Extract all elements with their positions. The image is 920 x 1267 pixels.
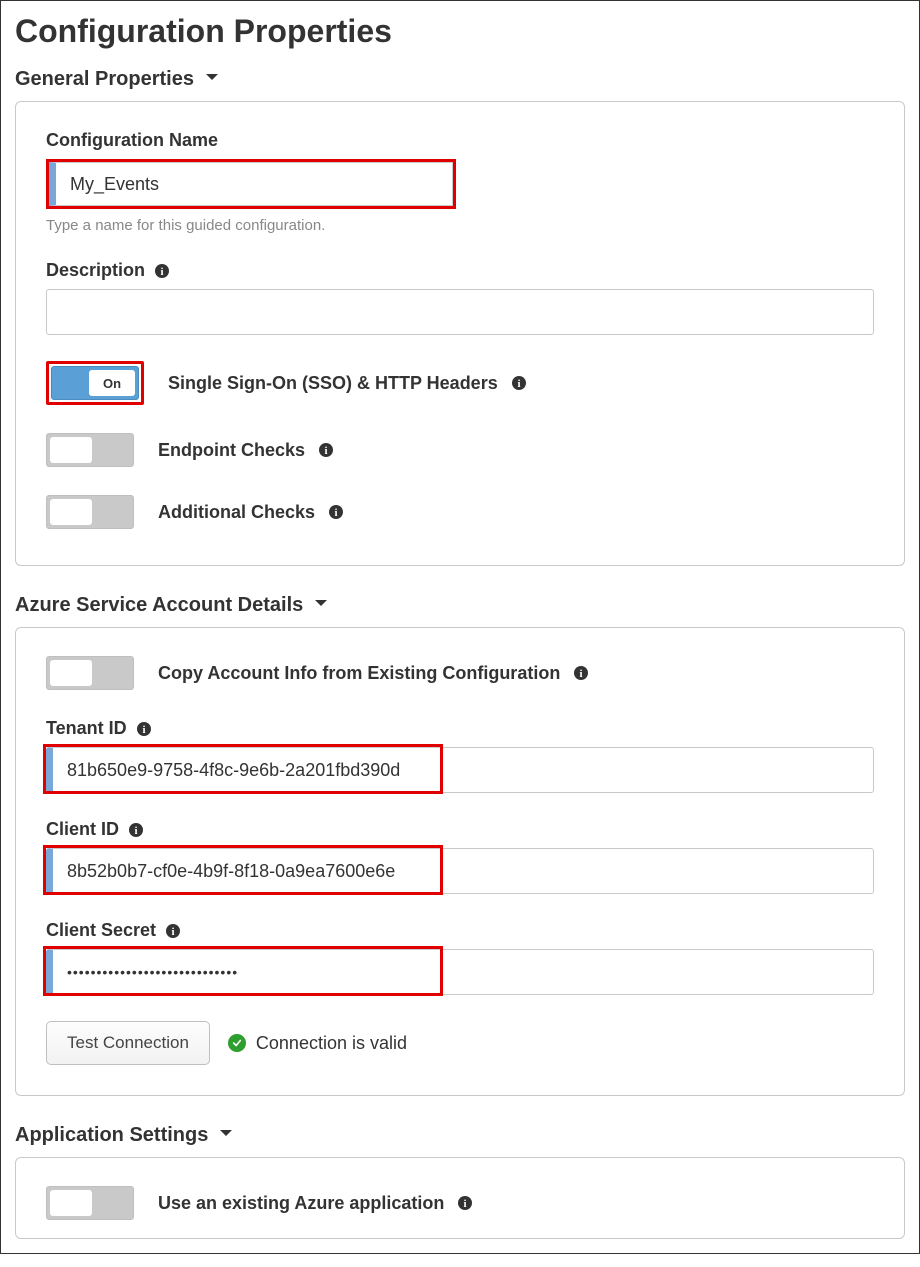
- svg-text:i: i: [335, 507, 338, 519]
- endpoint-toggle-label: Endpoint Checks: [158, 440, 305, 461]
- copy-toggle-row: Copy Account Info from Existing Configur…: [46, 656, 874, 690]
- check-circle-icon: [228, 1034, 246, 1052]
- description-input[interactable]: [46, 289, 874, 335]
- use-existing-toggle-label: Use an existing Azure application: [158, 1193, 444, 1214]
- info-icon[interactable]: i: [572, 664, 590, 682]
- section-header-general[interactable]: General Properties: [15, 68, 905, 91]
- info-icon[interactable]: i: [317, 441, 335, 459]
- additional-toggle-thumb: [50, 499, 92, 525]
- endpoint-toggle[interactable]: [46, 433, 134, 467]
- info-icon[interactable]: i: [510, 374, 528, 392]
- svg-text:i: i: [324, 445, 327, 457]
- description-field: Description i: [46, 260, 874, 335]
- sso-toggle-highlight: On: [46, 361, 144, 405]
- client-id-label: Client ID: [46, 819, 119, 840]
- description-label-row: Description i: [46, 260, 874, 281]
- client-id-field: Client ID i: [46, 819, 874, 894]
- azure-panel: Copy Account Info from Existing Configur…: [15, 627, 905, 1096]
- use-existing-toggle[interactable]: [46, 1186, 134, 1220]
- client-secret-label-row: Client Secret i: [46, 920, 874, 941]
- page-title: Configuration Properties: [15, 13, 905, 50]
- svg-text:i: i: [517, 378, 520, 390]
- chevron-down-icon: [313, 594, 329, 617]
- client-secret-field: Client Secret i: [46, 920, 874, 995]
- config-name-helper: Type a name for this guided configuratio…: [46, 217, 874, 234]
- info-icon[interactable]: i: [153, 262, 171, 280]
- additional-toggle-label-row: Additional Checks i: [158, 502, 345, 523]
- sso-toggle-row: On Single Sign-On (SSO) & HTTP Headers i: [46, 361, 874, 405]
- connection-status: Connection is valid: [228, 1033, 407, 1054]
- use-existing-toggle-row: Use an existing Azure application i: [46, 1186, 874, 1220]
- svg-text:i: i: [580, 668, 583, 680]
- client-secret-label: Client Secret: [46, 920, 156, 941]
- copy-toggle[interactable]: [46, 656, 134, 690]
- sso-toggle[interactable]: On: [51, 366, 139, 400]
- general-panel: Configuration Name Type a name for this …: [15, 101, 905, 566]
- config-name-input[interactable]: [49, 162, 453, 206]
- test-connection-button[interactable]: Test Connection: [46, 1021, 210, 1065]
- endpoint-toggle-thumb: [50, 437, 92, 463]
- svg-text:i: i: [464, 1198, 467, 1210]
- endpoint-toggle-row: Endpoint Checks i: [46, 433, 874, 467]
- section-header-azure[interactable]: Azure Service Account Details: [15, 594, 905, 617]
- copy-toggle-label: Copy Account Info from Existing Configur…: [158, 663, 560, 684]
- additional-toggle-row: Additional Checks i: [46, 495, 874, 529]
- tenant-id-label-row: Tenant ID i: [46, 718, 874, 739]
- tenant-id-input[interactable]: [46, 747, 874, 793]
- client-id-input[interactable]: [46, 848, 874, 894]
- sso-toggle-thumb: On: [89, 370, 135, 396]
- client-secret-input[interactable]: [46, 949, 874, 995]
- additional-toggle-label: Additional Checks: [158, 502, 315, 523]
- section-header-label: Application Settings: [15, 1124, 208, 1147]
- info-icon[interactable]: i: [127, 821, 145, 839]
- endpoint-toggle-label-row: Endpoint Checks i: [158, 440, 335, 461]
- copy-toggle-thumb: [50, 660, 92, 686]
- tenant-id-label: Tenant ID: [46, 718, 127, 739]
- svg-text:i: i: [172, 926, 175, 938]
- section-header-label: Azure Service Account Details: [15, 594, 303, 617]
- config-name-field: Configuration Name Type a name for this …: [46, 130, 874, 234]
- chevron-down-icon: [204, 68, 220, 91]
- info-icon[interactable]: i: [456, 1194, 474, 1212]
- use-existing-toggle-thumb: [50, 1190, 92, 1216]
- section-header-label: General Properties: [15, 68, 194, 91]
- test-connection-row: Test Connection Connection is valid: [46, 1021, 874, 1065]
- description-label: Description: [46, 260, 145, 281]
- svg-text:i: i: [142, 724, 145, 736]
- copy-toggle-label-row: Copy Account Info from Existing Configur…: [158, 663, 590, 684]
- info-icon[interactable]: i: [164, 922, 182, 940]
- config-name-highlight: [46, 159, 456, 209]
- info-icon[interactable]: i: [327, 503, 345, 521]
- connection-status-text: Connection is valid: [256, 1033, 407, 1054]
- client-id-label-row: Client ID i: [46, 819, 874, 840]
- svg-text:i: i: [134, 825, 137, 837]
- use-existing-toggle-label-row: Use an existing Azure application i: [158, 1193, 474, 1214]
- additional-toggle[interactable]: [46, 495, 134, 529]
- info-icon[interactable]: i: [135, 720, 153, 738]
- appsettings-panel: Use an existing Azure application i: [15, 1157, 905, 1239]
- section-header-appsettings[interactable]: Application Settings: [15, 1124, 905, 1147]
- svg-text:i: i: [161, 266, 164, 278]
- config-name-label: Configuration Name: [46, 130, 874, 151]
- sso-toggle-label-row: Single Sign-On (SSO) & HTTP Headers i: [168, 373, 528, 394]
- sso-toggle-label: Single Sign-On (SSO) & HTTP Headers: [168, 373, 498, 394]
- chevron-down-icon: [218, 1124, 234, 1147]
- tenant-id-field: Tenant ID i: [46, 718, 874, 793]
